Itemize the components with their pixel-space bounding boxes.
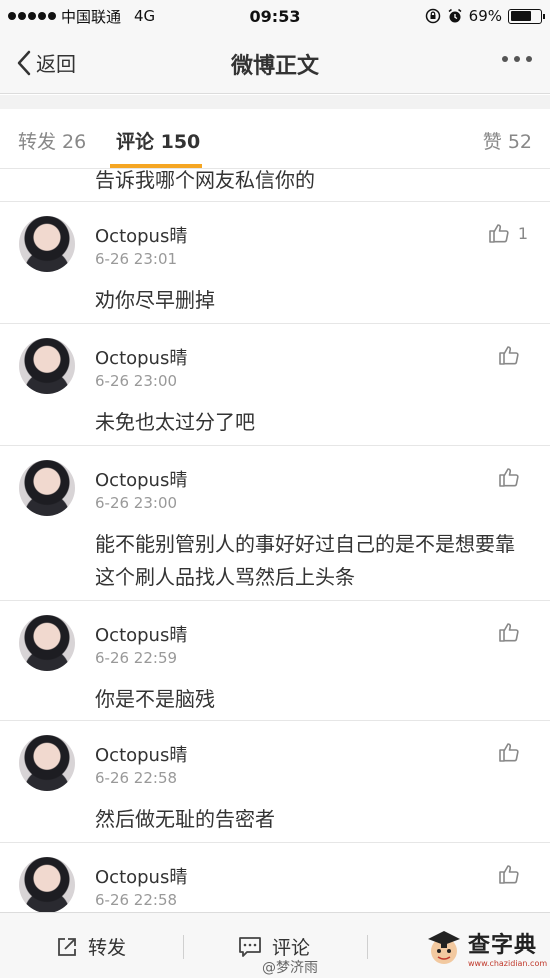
comment-username[interactable]: Octopus晴 [95, 863, 187, 889]
tab-likes[interactable]: 赞 52 [483, 127, 532, 154]
comment-time: 6-26 22:59 [95, 649, 178, 667]
comment-text: 未免也太过分了吧 [95, 410, 255, 434]
comment-item: Octopus晴 6-26 23:01 劝你尽早删掉 1 [0, 201, 550, 323]
more-dot [502, 56, 508, 62]
nav-bar: 返回 微博正文 [0, 32, 550, 94]
thumbs-up-icon [499, 468, 519, 487]
comment-text: 劝你尽早删掉 [95, 288, 215, 312]
more-button[interactable] [502, 56, 532, 62]
comment-button[interactable]: 评论 [238, 933, 310, 960]
comment-time: 6-26 22:58 [95, 891, 178, 909]
repost-button[interactable]: 转发 [56, 933, 126, 960]
more-dot [514, 56, 520, 62]
comment-username[interactable]: Octopus晴 [95, 344, 187, 370]
comment-text: 然后做无耻的告密者 [95, 807, 275, 831]
thumbs-up-icon [499, 623, 519, 642]
page-title: 微博正文 [230, 54, 319, 79]
comment-label: 评论 [272, 937, 311, 959]
status-bar: 中国联通 4G 09:53 69% [0, 0, 550, 32]
avatar[interactable] [19, 857, 75, 912]
logo-url: www.chazidian.com [468, 958, 548, 968]
section-divider [0, 95, 550, 109]
comment-item: Octopus晴 6-26 23:00 能不能别管别人的事好好过自己的是不是想要… [0, 445, 550, 600]
watermark-username: @梦济雨 [262, 960, 318, 976]
thumbs-up-icon [499, 346, 519, 365]
comment-item: Octopus晴 6-26 22:59 你是不是脑残 [0, 600, 550, 720]
like-count: 1 [517, 223, 528, 243]
partial-comment-text: 告诉我哪个网友私信你的 [95, 170, 315, 192]
alarm-icon [448, 8, 462, 23]
like-button[interactable] [498, 344, 528, 366]
thumbs-up-icon [499, 865, 519, 884]
tab-repost[interactable]: 转发 26 [18, 127, 86, 154]
comment-time: 6-26 23:01 [95, 250, 178, 268]
thumbs-up-icon [489, 224, 509, 243]
bottom-toolbar: 转发 评论 @梦济雨 查字典 www.chazidian.com [0, 912, 550, 978]
battery-icon [508, 8, 545, 24]
comment-username[interactable]: Octopus晴 [95, 741, 187, 767]
comment-username[interactable]: Octopus晴 [95, 466, 187, 492]
comment-username[interactable]: Octopus晴 [95, 222, 187, 248]
like-button[interactable] [498, 621, 528, 643]
avatar[interactable] [19, 735, 75, 791]
comment-time: 6-26 22:58 [95, 769, 178, 787]
avatar[interactable] [19, 615, 75, 671]
avatar[interactable] [19, 216, 75, 272]
logo-text: 查字典 www.chazidian.com [468, 927, 547, 968]
toolbar-divider [367, 935, 368, 959]
thumbs-up-icon [499, 743, 519, 762]
site-logo: 查字典 www.chazidian.com [424, 919, 547, 975]
active-tab-indicator [110, 164, 202, 168]
status-right: 69% [425, 7, 545, 25]
repost-label: 转发 [88, 937, 127, 959]
comment-icon [239, 936, 261, 957]
like-button[interactable]: 1 [488, 222, 528, 244]
avatar[interactable] [19, 338, 75, 394]
comment-item: Octopus晴 6-26 22:58 然后做无耻的告密者 [0, 720, 550, 842]
comment-time: 6-26 23:00 [95, 494, 178, 512]
comment-username[interactable]: Octopus晴 [95, 621, 187, 647]
tab-bar: 转发 26 评论 150 赞 52 [0, 109, 550, 169]
comment-item: Octopus晴 6-26 23:00 未免也太过分了吧 [0, 323, 550, 445]
comment-item: Octopus晴 6-26 22:58 [0, 842, 550, 912]
more-dot [526, 56, 532, 62]
comment-time: 6-26 23:00 [95, 372, 178, 390]
like-button[interactable] [498, 741, 528, 763]
comment-list[interactable]: 告诉我哪个网友私信你的 Octopus晴 6-26 23:01 劝你尽早删掉 1… [0, 170, 550, 912]
battery-percent: 69% [468, 7, 502, 25]
like-button[interactable] [498, 466, 528, 488]
share-icon [58, 937, 76, 956]
tab-comments[interactable]: 评论 150 [116, 127, 200, 154]
comment-text: 你是不是脑残 [95, 687, 215, 711]
rotation-lock-icon [425, 8, 440, 24]
logo-title: 查字典 [468, 932, 538, 958]
avatar[interactable] [19, 460, 75, 516]
comment-text: 能不能别管别人的事好好过自己的是不是想要靠这个刷人品找人骂然后上头条 [95, 532, 515, 589]
logo-mascot-icon [424, 925, 464, 969]
like-button[interactable] [498, 863, 528, 885]
toolbar-divider [183, 935, 184, 959]
